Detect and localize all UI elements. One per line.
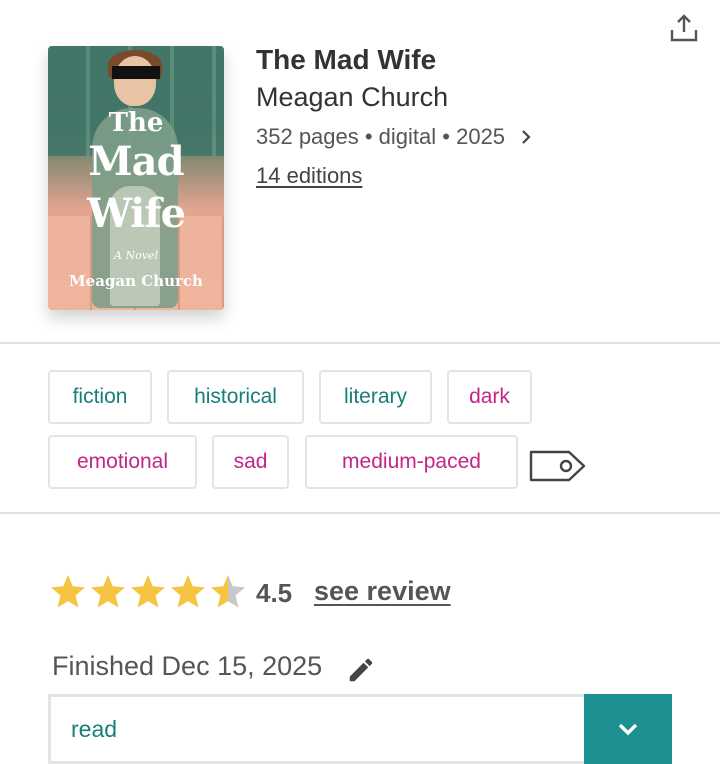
tag-sad[interactable]: sad [212,435,289,489]
book-title: The Mad Wife [256,44,437,75]
cover-art-face [114,56,156,106]
cover-title-line2: Mad [88,138,184,185]
reading-status-value: read [71,715,118,742]
cover-title-line3: Wife [86,190,186,237]
book-meta: 352 pages • digital • 2025 [256,124,506,149]
reading-status-select[interactable]: read [48,694,586,764]
status-dropdown-button[interactable] [584,694,672,764]
star-icon[interactable] [208,572,248,612]
tag-historical[interactable]: historical [167,370,304,424]
tag-icon[interactable] [528,446,588,486]
chevron-right-icon [519,128,533,146]
share-button[interactable] [664,8,704,48]
tag-medium-paced[interactable]: medium-paced [305,435,518,489]
star-icon[interactable] [48,572,88,612]
tag-literary[interactable]: literary [319,370,432,424]
tag-dark[interactable]: dark [447,370,532,424]
book-cover[interactable]: The Mad Wife A Novel Meagan Church [48,46,224,310]
cover-author: Meagan Church [69,272,203,290]
book-meta-link[interactable]: 352 pages • digital • 2025 [256,124,533,150]
editions-link[interactable]: 14 editions [256,163,362,189]
chevron-down-icon [618,723,638,736]
star-icon[interactable] [168,572,208,612]
tag-fiction[interactable]: fiction [48,370,152,424]
star-icon[interactable] [88,572,128,612]
star-rating[interactable] [48,572,248,612]
rating-value: 4.5 [256,578,293,608]
tag-emotional[interactable]: emotional [48,435,197,489]
finished-date: Finished Dec 15, 2025 [52,651,323,681]
divider [0,512,720,514]
divider [0,342,720,344]
pencil-icon[interactable] [346,655,376,685]
cover-subtitle: A Novel [114,249,158,262]
cover-art-eye-bar [112,66,160,79]
see-review-link[interactable]: see review [314,576,451,607]
cover-title-line1: The [108,108,164,138]
share-upload-icon [670,14,698,42]
book-author[interactable]: Meagan Church [256,82,448,113]
star-icon[interactable] [128,572,168,612]
